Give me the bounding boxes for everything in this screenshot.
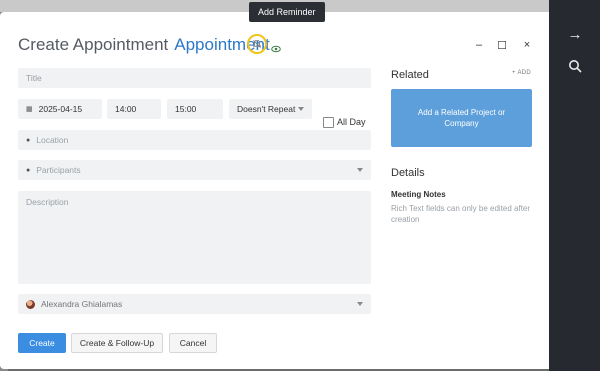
minimize-button[interactable]: – [473, 39, 485, 51]
start-time-value: 14:00 [115, 104, 137, 114]
user-icon: ● [26, 166, 31, 174]
title-input[interactable]: Title [18, 68, 371, 88]
right-rail [549, 0, 600, 371]
maximize-button[interactable]: ☐ [496, 39, 508, 52]
repeat-select[interactable]: Doesn't Repeat [229, 99, 312, 119]
avatar [26, 299, 35, 309]
all-day-checkbox[interactable] [323, 117, 334, 128]
description-textarea[interactable]: Description [18, 191, 371, 284]
title-placeholder: Title [26, 73, 42, 83]
location-input[interactable]: ● Location [18, 130, 371, 150]
arrow-right-icon[interactable]: → [567, 27, 583, 43]
close-button[interactable]: × [521, 39, 533, 51]
repeat-value: Doesn't Repeat [237, 104, 296, 114]
details-heading: Details [391, 167, 425, 179]
participants-select[interactable]: ● Participants [18, 160, 371, 180]
location-placeholder: Location [36, 135, 69, 145]
dialog-title-text: Create Appointment [18, 35, 169, 54]
chevron-down-icon [357, 168, 363, 172]
related-heading: Related [391, 69, 429, 81]
create-follow-up-button[interactable]: Create & Follow-Up [71, 333, 163, 353]
participants-placeholder: Participants [36, 165, 81, 175]
all-day-label: All Day [337, 117, 366, 127]
start-time-input[interactable]: 14:00 [107, 99, 161, 119]
add-related-project-button[interactable]: Add a Related Project or Company [391, 89, 532, 147]
end-time-input[interactable]: 15:00 [167, 99, 223, 119]
owner-name: Alexandra Ghialamas [41, 299, 123, 309]
search-icon[interactable] [567, 59, 583, 75]
meeting-notes-label: Meeting Notes [391, 190, 446, 199]
add-related-link[interactable]: + ADD [512, 70, 531, 76]
add-reminder-tooltip: Add Reminder [249, 2, 325, 22]
add-reminder-button[interactable] [247, 34, 267, 54]
eye-icon[interactable] [271, 40, 281, 58]
meeting-notes-help: Rich Text fields can only be edited afte… [391, 204, 531, 224]
dialog-title: Create Appointment Appointment [18, 35, 270, 55]
description-placeholder: Description [26, 197, 69, 207]
chevron-down-icon [298, 107, 304, 111]
bell-slash-icon [252, 39, 262, 48]
related-box-label: Add a Related Project or Company [417, 108, 506, 128]
location-pin-icon: ● [26, 136, 31, 144]
calendar-icon: ▦ [26, 106, 33, 113]
date-value: 2025-04-15 [38, 104, 83, 114]
date-input[interactable]: ▦ 2025-04-15 [18, 99, 102, 119]
create-appointment-dialog: Create Appointment Appointment – ☐ × Titl… [0, 12, 549, 369]
owner-select[interactable]: Alexandra Ghialamas [18, 294, 371, 314]
cancel-button[interactable]: Cancel [169, 333, 217, 353]
create-button[interactable]: Create [18, 333, 66, 353]
end-time-value: 15:00 [175, 104, 197, 114]
chevron-down-icon [357, 302, 363, 306]
